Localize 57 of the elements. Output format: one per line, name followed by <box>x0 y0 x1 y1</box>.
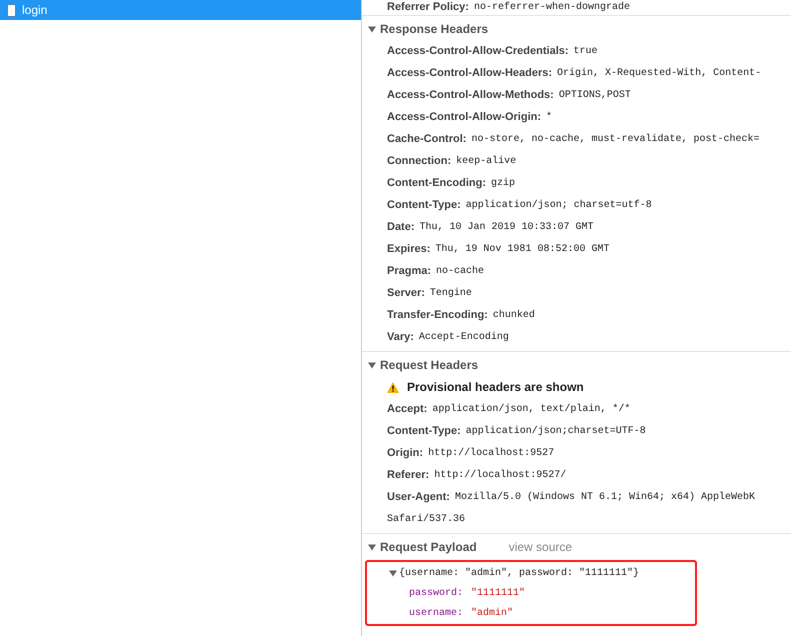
header-value: Thu, 19 Nov 1981 08:52:00 GMT <box>435 244 610 254</box>
property-key: password: <box>409 588 464 598</box>
header-value: no-cache <box>436 266 484 276</box>
header-name: Referer: <box>387 469 430 481</box>
disclosure-triangle-icon[interactable] <box>368 543 376 551</box>
header-value: gzip <box>490 178 515 188</box>
header-name: Accept: <box>387 403 428 415</box>
header-value: http://localhost:9527 <box>428 448 554 458</box>
property-value: "admin" <box>471 608 514 618</box>
header-value: OPTIONS,POST <box>558 90 631 100</box>
header-name: Connection: <box>387 155 452 167</box>
header-name: Content-Type: <box>387 425 461 437</box>
header-value: application/json;charset=UTF-8 <box>466 426 646 436</box>
header-name: Access-Control-Allow-Credentials: <box>387 45 569 57</box>
header-value: Safari/537.36 <box>387 514 466 524</box>
header-value: Tengine <box>430 288 472 298</box>
disclosure-triangle-icon[interactable] <box>368 361 376 369</box>
property-key: username: <box>409 608 464 618</box>
header-value: keep-alive <box>456 156 516 166</box>
header-name: Access-Control-Allow-Headers: <box>387 67 552 79</box>
section-title[interactable]: Response Headers <box>380 22 488 36</box>
header-value: true <box>574 46 598 56</box>
header-value: Mozilla/5.0 (Windows NT 6.1; Win64; x64) AppleWebK <box>454 492 756 502</box>
section-title[interactable]: Request Headers <box>380 358 478 372</box>
payload-summary: {username: "admin", password: "1111111"} <box>399 568 640 578</box>
header-name: Transfer-Encoding: <box>387 309 488 321</box>
header-value: no-store, no-cache, must-revalidate, post-check= <box>471 134 760 144</box>
property-value: "1111111" <box>471 588 526 598</box>
header-name: Expires: <box>387 243 430 255</box>
warning-text: Provisional headers are shown <box>407 380 584 394</box>
file-icon <box>7 4 16 16</box>
header-value: application/json; charset=utf-8 <box>466 200 652 210</box>
header-value: Accept-Encoding <box>418 332 509 342</box>
header-value: * <box>546 112 552 122</box>
header-name: Content-Type: <box>387 199 461 211</box>
header-name: Access-Control-Allow-Methods: <box>387 89 554 101</box>
header-name: Content-Encoding: <box>387 177 486 189</box>
header-name: Referrer Policy: <box>387 1 469 13</box>
header-value: no-referrer-when-downgrade <box>474 2 630 12</box>
header-name: Pragma: <box>387 265 432 277</box>
header-value: chunked <box>492 310 535 320</box>
disclosure-triangle-icon[interactable] <box>389 569 397 577</box>
header-name: User-Agent: <box>387 491 450 503</box>
section-title[interactable]: Request Payload <box>380 540 477 554</box>
header-value: Origin, X-Requested-With, Content- <box>557 68 762 78</box>
header-name: Server: <box>387 287 425 299</box>
header-name: Cache-Control: <box>387 133 466 145</box>
header-name: Access-Control-Allow-Origin: <box>387 111 542 123</box>
view-source-link[interactable]: view source <box>508 540 572 554</box>
header-name: Date: <box>387 221 415 233</box>
header-name: Origin: <box>387 447 424 459</box>
header-value: Thu, 10 Jan 2019 10:33:07 GMT <box>420 222 594 232</box>
warning-icon <box>387 382 399 392</box>
header-value: http://localhost:9527/ <box>434 470 566 480</box>
header-value: application/json, text/plain, */* <box>432 404 630 414</box>
header-name: Vary: <box>387 331 414 343</box>
disclosure-triangle-icon[interactable] <box>368 25 376 33</box>
